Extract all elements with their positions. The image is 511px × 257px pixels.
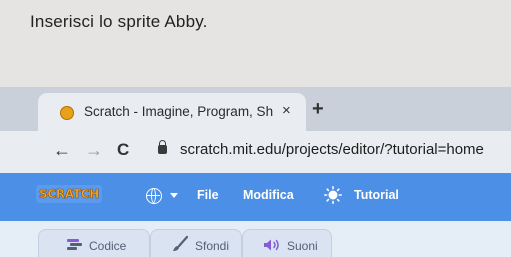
- close-tab-icon[interactable]: ×: [282, 102, 291, 119]
- speaker-icon: [264, 239, 279, 251]
- scratch-favicon-icon: [60, 106, 74, 120]
- task-instruction: Inserisci lo sprite Abby.: [30, 12, 208, 31]
- forward-button[interactable]: →: [85, 140, 103, 160]
- reload-button[interactable]: C: [117, 140, 129, 160]
- globe-icon[interactable]: [146, 188, 162, 204]
- browser-tab[interactable]: Scratch - Imagine, Program, Sh ×: [38, 93, 306, 131]
- tab-code[interactable]: Codice: [38, 229, 150, 257]
- tab-sounds[interactable]: Suoni: [242, 229, 332, 257]
- browser-tab-title: Scratch - Imagine, Program, Sh: [84, 104, 274, 119]
- tutorial-icon[interactable]: [324, 186, 342, 204]
- tab-code-label: Codice: [89, 239, 127, 253]
- file-menu[interactable]: File: [197, 188, 219, 202]
- tab-backdrops[interactable]: Sfondi: [150, 229, 242, 257]
- page: Inserisci lo sprite Abby. Scratch - Imag…: [0, 0, 511, 257]
- code-icon: [67, 239, 82, 250]
- back-button[interactable]: ←: [53, 140, 71, 160]
- lock-icon[interactable]: [158, 140, 167, 154]
- browser-toolbar: ← → C scratch.mit.edu/projects/editor/?t…: [0, 131, 511, 173]
- tab-backdrops-label: Sfondi: [195, 239, 230, 253]
- address-bar[interactable]: scratch.mit.edu/projects/editor/?tutoria…: [180, 141, 484, 158]
- new-tab-button[interactable]: +: [312, 99, 324, 119]
- editor-tabs-row: Codice Sfondi Suoni: [0, 221, 511, 257]
- chevron-down-icon[interactable]: [170, 193, 178, 198]
- scratch-logo[interactable]: SCRATCH: [36, 185, 102, 203]
- browser-tab-strip: Scratch - Imagine, Program, Sh × +: [0, 87, 511, 131]
- brush-icon: [173, 235, 189, 251]
- tab-sounds-label: Suoni: [287, 239, 318, 253]
- scratch-menu-bar: SCRATCH File Modifica Tutorial: [0, 173, 511, 221]
- edit-menu[interactable]: Modifica: [243, 188, 294, 202]
- tutorial-menu[interactable]: Tutorial: [354, 188, 399, 202]
